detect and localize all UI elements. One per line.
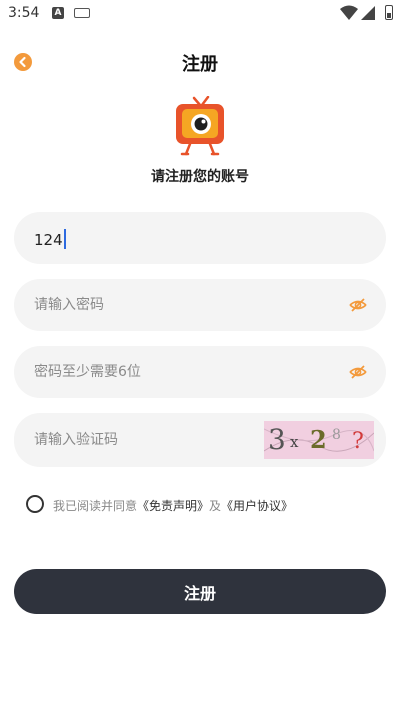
username-field[interactable]: 124	[14, 212, 386, 264]
disclaimer-link[interactable]: 《免责声明》	[137, 499, 209, 513]
captcha-char-2: x	[290, 433, 299, 451]
register-button[interactable]: 注册	[14, 569, 386, 614]
register-screen: 3:54 A 注册 请注册您的账号 124 请输入密码 密码至少需要6位 请输入…	[0, 0, 400, 711]
username-input[interactable]: 124	[34, 229, 66, 249]
page-title: 注册	[182, 54, 218, 75]
tv-mascot-logo	[176, 96, 224, 156]
agreement-row: 我已阅读并同意《免责声明》及《用户协议》	[26, 495, 366, 515]
signal-icon	[361, 6, 375, 20]
eye-closed-icon[interactable]	[348, 295, 368, 315]
status-time: 3:54	[8, 5, 40, 21]
status-bar: 3:54 A	[0, 0, 400, 28]
wifi-icon	[340, 5, 358, 20]
captcha-char-5: ?	[352, 429, 364, 454]
terms-link[interactable]: 《用户协议》	[221, 499, 293, 513]
agreement-radio[interactable]	[26, 495, 44, 513]
eye-closed-icon[interactable]	[348, 362, 368, 382]
username-value: 124	[34, 231, 63, 249]
text-cursor	[63, 229, 66, 249]
notification-a-icon: A	[52, 7, 64, 19]
keyboard-icon	[74, 8, 90, 18]
captcha-char-1: 3	[268, 423, 286, 456]
agreement-prefix: 我已阅读并同意	[53, 499, 138, 513]
agreement-text: 我已阅读并同意《免责声明》及《用户协议》	[53, 497, 293, 514]
captcha-image[interactable]: 3 x 2 8 ?	[264, 421, 374, 459]
subtitle: 请注册您的账号	[151, 169, 249, 185]
captcha-char-4: 8	[332, 427, 341, 443]
password-field	[14, 279, 386, 331]
captcha-char-3: 2	[310, 425, 327, 454]
password-input[interactable]	[34, 279, 324, 331]
agreement-joiner: 及	[209, 499, 222, 513]
verification-code-field: 3 x 2 8 ?	[14, 413, 386, 467]
battery-icon	[385, 5, 393, 20]
confirm-password-input[interactable]	[34, 346, 324, 398]
confirm-password-field	[14, 346, 386, 398]
